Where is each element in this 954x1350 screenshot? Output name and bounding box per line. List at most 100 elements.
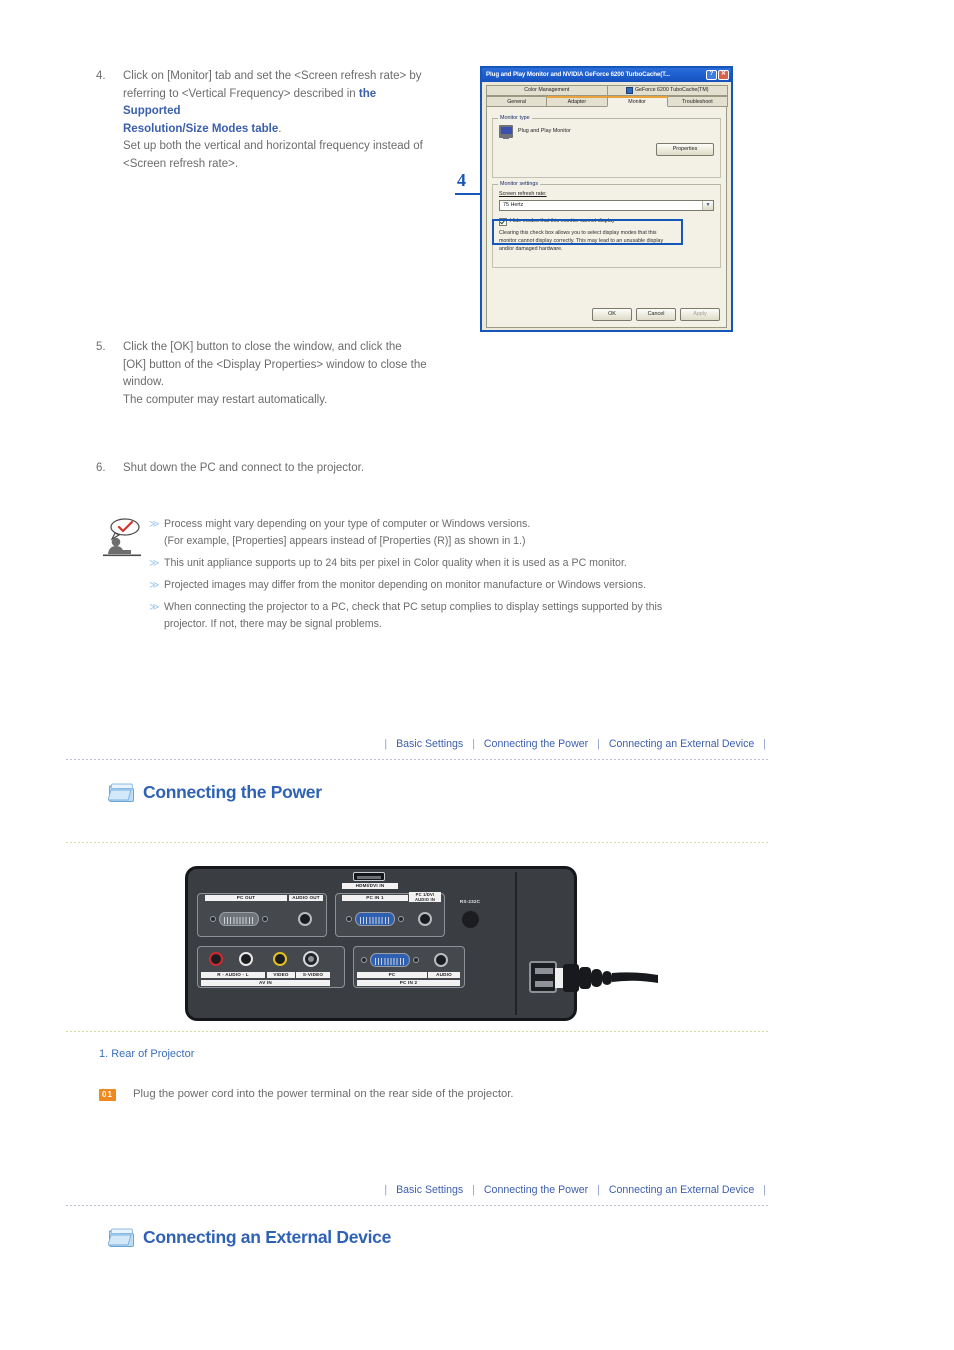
manual-page: 4. Click on [Monitor] tab and set the <S… [0, 0, 954, 1350]
note-list: ≫ Process might vary depending on your t… [149, 516, 743, 633]
step-5-line-2: [OK] button of the <Display Properties> … [123, 358, 427, 371]
note-item-text: Projected images may differ from the mon… [164, 579, 647, 591]
dialog-tab-row-1: Color Management GeForce 6200 TuboCache(… [486, 85, 728, 96]
step-6-number: 6. [96, 462, 106, 474]
hide-modes-checkbox-row[interactable]: Hide modes that this monitor cannot disp… [499, 218, 714, 227]
refresh-rate-value: 75 Hertz [503, 201, 524, 208]
vga-pins [224, 916, 255, 924]
note-item: ≫ This unit appliance supports up to 24 … [149, 555, 743, 572]
monitor-type-row: Plug and Play Monitor [499, 125, 714, 139]
instruction-text: Plug the power cord into the power termi… [133, 1088, 514, 1100]
vga-screw-right [398, 916, 404, 922]
pc-in-1-vga-port [355, 912, 395, 926]
nav-separator: | [384, 1184, 388, 1196]
dialog-title: Plug and Play Monitor and NVIDIA GeForce… [486, 71, 671, 79]
dialog-titlebar: Plug and Play Monitor and NVIDIA GeForce… [482, 68, 731, 82]
step-6: 6. Shut down the PC and connect to the p… [96, 460, 496, 478]
section-header-connecting-the-power: Connecting the Power [107, 782, 322, 803]
audio-out-label: AUDIO OUT [289, 895, 323, 901]
supported-resolution-link-part2[interactable]: Resolution/Size Modes table [123, 123, 278, 135]
video-jack [273, 952, 287, 966]
step-4: 4. Click on [Monitor] tab and set the <S… [96, 68, 436, 173]
display-properties-dialog: Plug and Play Monitor and NVIDIA GeForce… [480, 66, 733, 332]
section-header-connecting-external-device: Connecting an External Device [107, 1227, 391, 1248]
rs232c-port [462, 911, 479, 928]
hide-modes-desc-line-2: monitor cannot display correctly. This m… [499, 238, 664, 245]
tab-color-management[interactable]: Color Management [486, 85, 608, 96]
tab-geforce-label: GeForce 6200 TuboCache(TM) [634, 87, 709, 94]
nav-link-basic-settings[interactable]: Basic Settings [396, 1184, 463, 1196]
monitor-settings-legend: Monitor settings [498, 181, 541, 188]
nav-link-basic-settings[interactable]: Basic Settings [396, 738, 463, 750]
step-5-line-3: window. [123, 376, 164, 388]
note-item: ≫ Projected images may differ from the m… [149, 577, 743, 594]
hide-modes-label: Hide modes that this monitor cannot disp… [510, 217, 615, 224]
rear-of-projector-caption: 1. Rear of Projector [99, 1048, 195, 1060]
notes-block: ≫ Process might vary depending on your t… [103, 516, 743, 638]
tab-geforce[interactable]: GeForce 6200 TuboCache(TM) [606, 85, 728, 96]
step-4-number: 4. [96, 70, 106, 82]
pc-in-2-label: PC IN 2 [357, 980, 460, 986]
hide-modes-checkbox[interactable] [499, 218, 507, 227]
nav-separator: | [384, 738, 388, 750]
refresh-rate-label: Screen refresh rate: [499, 191, 714, 198]
properties-button[interactable]: Properties [656, 143, 714, 156]
hdmi-label: HDMI/DVI IN [342, 883, 398, 889]
av-audio-l-jack [239, 952, 253, 966]
nav-link-connecting-the-power[interactable]: Connecting the Power [484, 1184, 588, 1196]
s-video-label: S-VIDEO [296, 972, 330, 978]
step-4-line-1: Click on [Monitor] tab and set the <Scre… [123, 70, 422, 82]
vga-pins [360, 916, 391, 924]
hide-modes-desc-line-3: and/or damaged hardware. [499, 246, 563, 253]
callout-number-4: 4 [457, 170, 466, 190]
vga-screw-left [210, 916, 216, 922]
projector-body [185, 866, 577, 1021]
section-divider-bottom-green [66, 1031, 768, 1032]
panel-divider [515, 872, 517, 1015]
pc-in-2-audio-jack [434, 953, 448, 967]
step-4-body: Click on [Monitor] tab and set the <Scre… [123, 70, 423, 170]
audio-label: AUDIO [428, 972, 460, 978]
folder-icon [107, 1227, 134, 1248]
step-4-line-2: referring to <Vertical Frequency> descri… [123, 87, 359, 100]
step-5-line-1: Click the [OK] button to close the windo… [123, 341, 402, 353]
dialog-inner: Color Management GeForce 6200 TuboCache(… [482, 82, 731, 332]
ac-power-inlet [529, 961, 557, 993]
video-label: VIDEO [267, 972, 295, 978]
refresh-rate-dropdown[interactable]: 75 Hertz ▼ [499, 199, 714, 211]
step-6-line-1: Shut down the PC and connect to the proj… [123, 462, 365, 474]
pc-out-label: PC OUT [205, 895, 287, 901]
av-audio-r-jack [209, 952, 223, 966]
monitor-type-legend: Monitor type [498, 115, 532, 122]
nav-divider-bottom [66, 1205, 768, 1206]
chevron-down-icon[interactable]: ▼ [702, 200, 713, 210]
vga-pins [375, 957, 406, 965]
note-bullet-icon: ≫ [149, 558, 160, 569]
nav-separator: | [597, 738, 600, 750]
step-5-number: 5. [96, 341, 106, 353]
vga-screw-left [361, 957, 367, 963]
close-icon[interactable]: ✕ [718, 70, 729, 80]
nav-link-connecting-external-device[interactable]: Connecting an External Device [609, 1184, 754, 1196]
monitor-type-value: Plug and Play Monitor [518, 128, 571, 135]
apply-button[interactable]: Apply [680, 308, 720, 321]
step-5: 5. Click the [OK] button to close the wi… [96, 339, 436, 409]
note-item: ≫ Process might vary depending on your t… [149, 516, 743, 550]
rs232c-label: RS-232C [459, 899, 481, 904]
step-5-body: Click the [OK] button to close the windo… [123, 339, 436, 409]
s-video-jack [303, 951, 319, 967]
ok-button[interactable]: OK [592, 308, 632, 321]
section-divider-top-green [66, 842, 768, 843]
nav-separator: | [763, 738, 766, 750]
vga-screw-right [262, 916, 268, 922]
av-in-label: AV IN [201, 980, 330, 986]
nav-link-connecting-the-power[interactable]: Connecting the Power [484, 738, 588, 750]
nav-link-connecting-external-device[interactable]: Connecting an External Device [609, 738, 754, 750]
pc1-dvi-audio-in-jack [418, 912, 432, 926]
monitor-icon [499, 125, 513, 139]
help-icon[interactable]: ? [706, 70, 717, 80]
av-audio-label: R - AUDIO - L [201, 972, 265, 978]
cancel-button[interactable]: Cancel [636, 308, 676, 321]
tab-monitor[interactable]: Monitor [606, 96, 668, 107]
pc-label: PC [357, 972, 427, 978]
